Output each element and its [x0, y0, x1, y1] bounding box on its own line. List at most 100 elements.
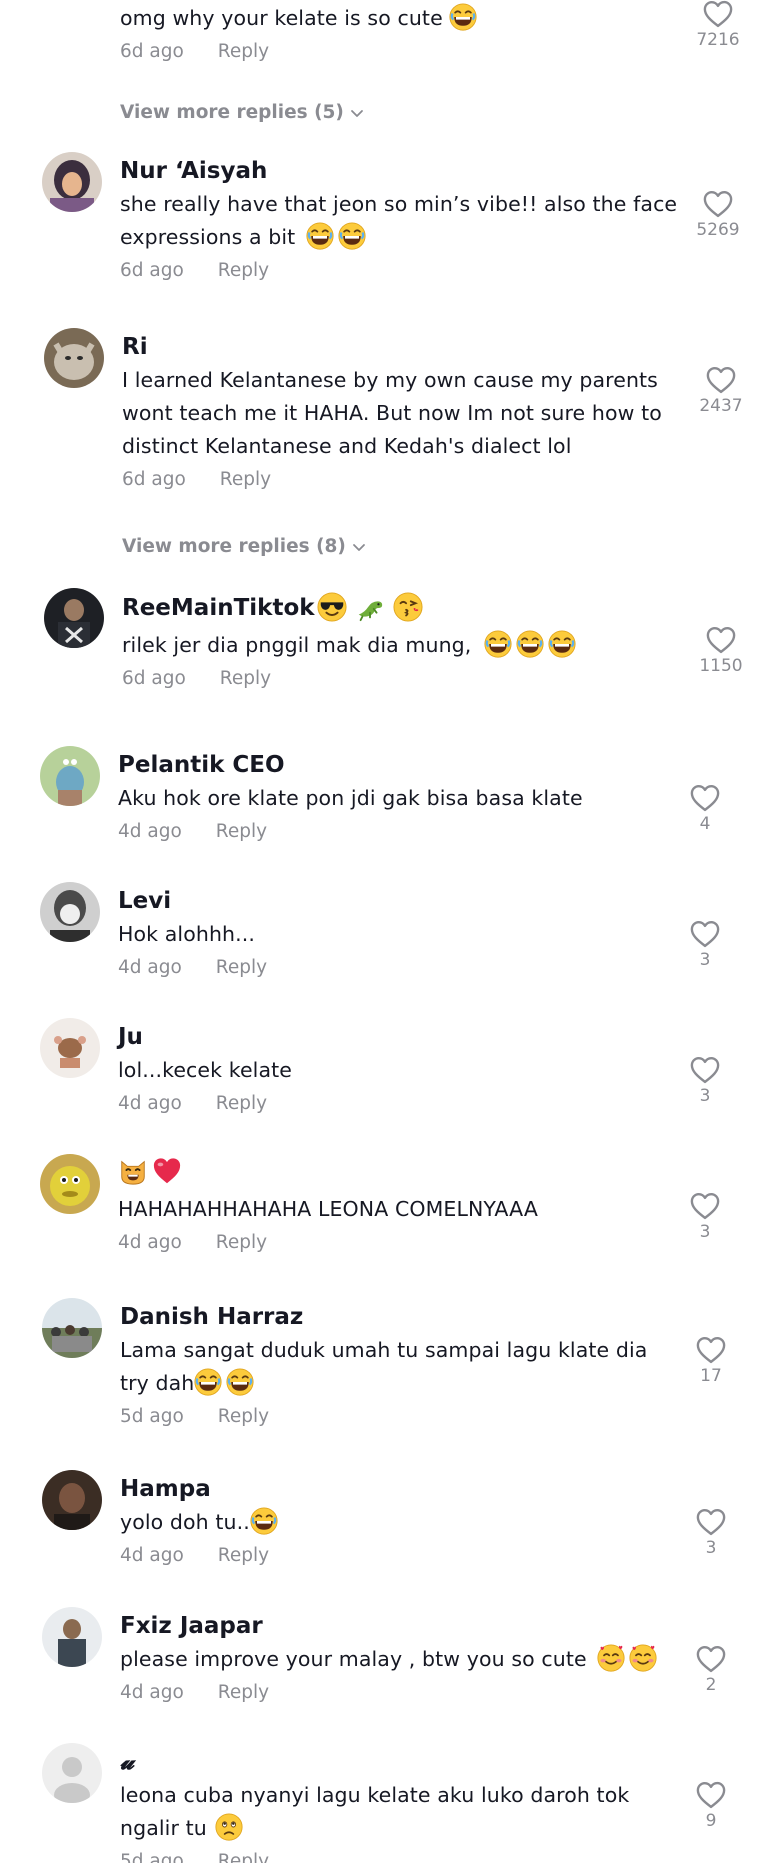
reply-button[interactable]: Reply — [218, 1682, 269, 1703]
laughing-emoji-icon — [516, 630, 544, 658]
comment-text: I learned Kelantanese by my own cause my… — [122, 364, 682, 463]
sad-face-emoji-icon — [215, 1813, 243, 1841]
comment-text-line: Lama sangat duduk umah tu sampai lagu kl… — [120, 1338, 648, 1362]
comment-text-content: try dah — [120, 1371, 195, 1395]
avatar[interactable] — [40, 746, 100, 806]
lizard-emoji-icon — [355, 592, 385, 622]
reply-button[interactable]: Reply — [216, 1093, 267, 1114]
heart-outline-icon[interactable] — [696, 1336, 726, 1364]
avatar-image — [44, 328, 104, 388]
avatar[interactable] — [40, 1154, 100, 1214]
like-count: 3 — [699, 950, 711, 970]
avatar[interactable] — [42, 1470, 102, 1530]
avatar[interactable] — [44, 588, 104, 648]
comment-time: 4d ago — [120, 1545, 184, 1566]
comment-username[interactable]: Danish Harraz — [120, 1302, 680, 1332]
comment-meta: 6d ago Reply — [122, 666, 682, 692]
comment-username[interactable]: Hampa — [120, 1474, 680, 1504]
comment-text-line: I learned Kelantanese by my own cause my… — [122, 368, 658, 392]
comment-time: 6d ago — [120, 41, 184, 62]
view-more-replies-button[interactable]: View more replies (8) — [122, 536, 366, 557]
avatar-image — [42, 1470, 102, 1530]
comment-username[interactable]: Levi — [118, 886, 678, 916]
like-button[interactable]: 9 — [681, 1781, 741, 1831]
comment-meta: 4d ago Reply — [120, 1543, 680, 1569]
comment-time: 6d ago — [122, 469, 186, 490]
like-button[interactable]: 17 — [681, 1336, 741, 1386]
heart-outline-icon[interactable] — [703, 0, 733, 28]
comment-time: 4d ago — [118, 1232, 182, 1253]
comment-username[interactable]: Ri — [122, 332, 682, 362]
avatar[interactable] — [40, 1018, 100, 1078]
avatar[interactable] — [42, 1743, 102, 1803]
comment-time: 4d ago — [118, 957, 182, 978]
like-button[interactable]: 4 — [675, 784, 735, 834]
heart-outline-icon[interactable] — [696, 1645, 726, 1673]
like-count: 7216 — [696, 30, 740, 50]
heart-outline-icon[interactable] — [696, 1508, 726, 1536]
comment-text-line: she really have that jeon so min’s vibe!… — [120, 192, 678, 216]
like-count: 3 — [699, 1086, 711, 1106]
reply-button[interactable]: Reply — [218, 1545, 269, 1566]
comment-username[interactable]: 𝓾 — [120, 1747, 680, 1777]
comment-meta: 6d ago Reply — [122, 467, 682, 493]
like-button[interactable]: 2437 — [691, 366, 751, 416]
comment-username[interactable]: Fxiz Jaapar — [120, 1611, 680, 1641]
avatar[interactable] — [42, 1298, 102, 1358]
red-heart-emoji-icon — [152, 1156, 182, 1186]
like-button[interactable]: 3 — [675, 1056, 735, 1106]
comment-time: 6d ago — [122, 668, 186, 689]
comment-text-content: expressions a bit — [120, 225, 296, 249]
laughing-emoji-icon — [194, 1368, 222, 1396]
like-button[interactable]: 3 — [675, 1192, 735, 1242]
comment-username[interactable]: ReeMainTiktok — [122, 592, 682, 623]
view-more-replies-button[interactable]: View more replies (5) — [120, 102, 364, 123]
like-button[interactable]: 1150 — [691, 626, 751, 676]
avatar-image — [42, 152, 102, 212]
comment-username[interactable]: Nur ‘Aisyah — [120, 156, 680, 186]
comment-text-content: lol...kecek kelate — [118, 1058, 292, 1082]
reply-button[interactable]: Reply — [218, 41, 269, 62]
avatar[interactable] — [42, 152, 102, 212]
comment-text-line: wont teach me it HAHA. But now Im not su… — [122, 401, 662, 425]
comment-text: please improve your malay , btw you so c… — [120, 1643, 680, 1676]
laughing-emoji-icon — [449, 3, 477, 31]
heart-outline-icon[interactable] — [706, 366, 736, 394]
like-button[interactable]: 5269 — [688, 190, 748, 240]
comment-time: 4d ago — [118, 1093, 182, 1114]
avatar[interactable] — [42, 1607, 102, 1667]
like-button[interactable]: 3 — [675, 920, 735, 970]
reply-button[interactable]: Reply — [218, 1851, 269, 1863]
comment-text-line: ngalir tu — [120, 1812, 680, 1845]
like-button[interactable]: 3 — [681, 1508, 741, 1558]
comment-text: rilek jer dia pnggil mak dia mung, — [122, 629, 682, 662]
heart-outline-icon[interactable] — [690, 1056, 720, 1084]
comment-meta: 4d ago Reply — [118, 1091, 678, 1117]
avatar[interactable] — [44, 328, 104, 388]
reply-button[interactable]: Reply — [216, 821, 267, 842]
like-button[interactable]: 7216 — [688, 0, 748, 50]
avatar[interactable] — [40, 882, 100, 942]
comment-text: lol...kecek kelate — [118, 1054, 678, 1087]
heart-outline-icon[interactable] — [706, 626, 736, 654]
heart-outline-icon[interactable] — [690, 1192, 720, 1220]
cat-face-emoji-icon — [118, 1156, 148, 1186]
comment-username[interactable]: Pelantik CEO — [118, 750, 678, 780]
comment-meta: 4d ago Reply — [120, 1680, 680, 1706]
comment-text-line: try dah — [120, 1367, 680, 1400]
reply-button[interactable]: Reply — [218, 260, 269, 281]
heart-outline-icon[interactable] — [696, 1781, 726, 1809]
reply-button[interactable]: Reply — [218, 1406, 269, 1427]
heart-outline-icon[interactable] — [690, 920, 720, 948]
like-button[interactable]: 2 — [681, 1645, 741, 1695]
comment-username[interactable]: Ju — [118, 1022, 678, 1052]
heart-outline-icon[interactable] — [703, 190, 733, 218]
comment-text-content: yolo doh tu.. — [120, 1510, 250, 1534]
comment-text: Aku hok ore klate pon jdi gak bisa basa … — [118, 782, 678, 815]
comment-username[interactable] — [118, 1156, 678, 1187]
reply-button[interactable]: Reply — [220, 469, 271, 490]
reply-button[interactable]: Reply — [220, 668, 271, 689]
heart-outline-icon[interactable] — [690, 784, 720, 812]
reply-button[interactable]: Reply — [216, 1232, 267, 1253]
reply-button[interactable]: Reply — [216, 957, 267, 978]
